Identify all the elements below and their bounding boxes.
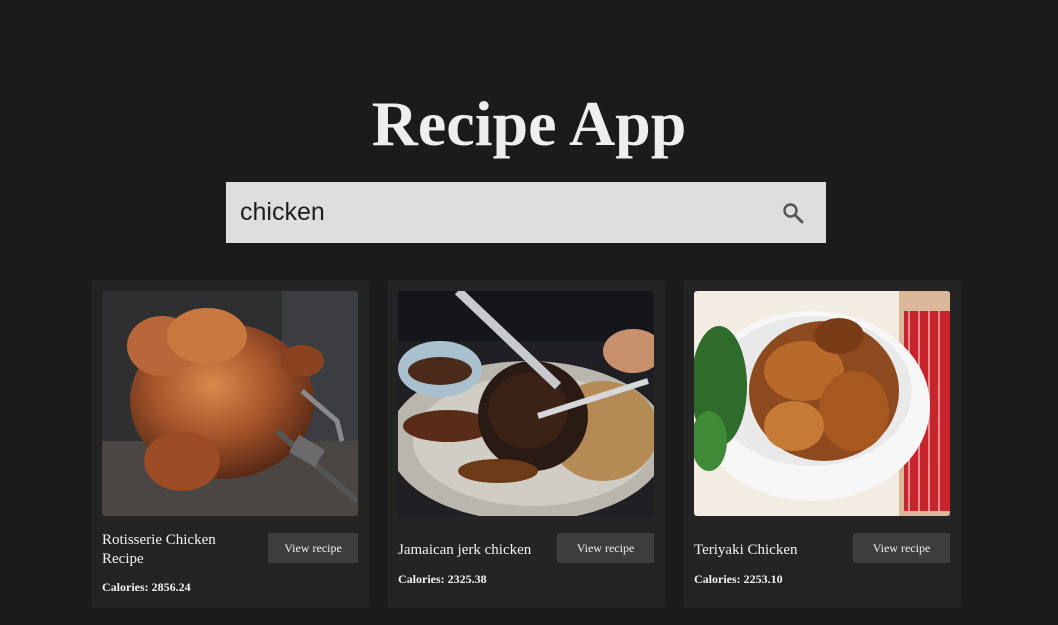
view-recipe-button[interactable]: View recipe [557,533,654,563]
search-bar [226,182,826,243]
page-title: Recipe App [371,88,687,159]
search-icon [783,203,804,224]
recipe-card: Teriyaki Chicken View recipe Calories: 2… [683,280,961,608]
recipe-image [694,291,950,516]
search-input[interactable] [226,182,766,243]
recipe-image [102,291,358,516]
view-recipe-button[interactable]: View recipe [268,533,358,563]
recipe-app-page: Recipe App chicken Rotisserie Chicken Re… [0,0,1058,625]
card-footer: Rotisserie Chicken Recipe View recipe [102,530,358,580]
recipe-name: Rotisserie Chicken Recipe [102,532,216,567]
recipe-card: Rotisserie Chicken Recipe View recipe Ca… [91,280,369,608]
recipe-calories: Calories: 2856.24 [102,580,191,594]
recipe-calories: Calories: 2253.10 [694,572,783,586]
recipe-calories: Calories: 2325.38 [398,572,487,586]
recipe-card: Jamaican jerk chicken View recipe Calori… [387,280,665,608]
view-recipe-button[interactable]: View recipe [853,533,950,563]
search-button[interactable] [778,198,808,228]
recipe-image [398,291,654,516]
recipe-name: Teriyaki Chicken [694,541,798,558]
recipe-name: Jamaican jerk chicken [398,541,532,558]
